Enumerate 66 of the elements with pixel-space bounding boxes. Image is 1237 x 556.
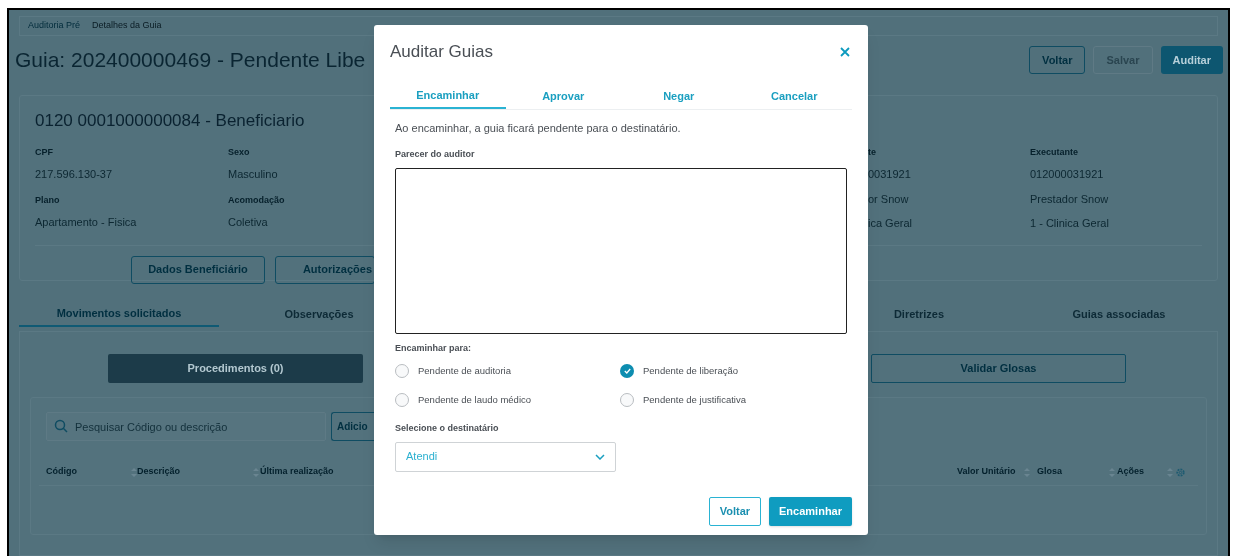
radio-button[interactable] (620, 393, 634, 407)
section-tab[interactable]: Diretrizes (819, 301, 1019, 327)
column-header[interactable]: Ações (1117, 465, 1159, 479)
breadcrumb-link[interactable]: Detalhes da Guia (92, 19, 162, 33)
header-button[interactable]: Voltar (1029, 46, 1086, 74)
chevron-down-icon (595, 453, 605, 460)
radio-option[interactable]: Pendente de laudo médico (395, 392, 620, 408)
close-icon[interactable] (840, 46, 850, 57)
dialog-button[interactable]: Encaminhar (769, 496, 852, 526)
field-label: Sexo (228, 145, 250, 159)
field-label: Plano (35, 193, 60, 207)
field-value: 217.596.130-37 (35, 167, 113, 182)
info-button[interactable]: Dados Beneficiário (131, 255, 265, 284)
search-icon (54, 419, 68, 433)
column-header[interactable]: Glosa (1037, 465, 1101, 479)
breadcrumb-link[interactable]: Auditoria Pré (28, 19, 81, 33)
beneficiary-title: 0120 0001000000084 - Beneficiario (35, 110, 305, 132)
dialog-tab[interactable]: Cancelar (736, 84, 852, 109)
dialog-tab[interactable]: Encaminhar (390, 84, 506, 109)
column-header[interactable]: Última realização (260, 465, 334, 479)
radio-option[interactable]: Pendente de liberação (620, 363, 852, 379)
field-label: Parecer do auditor (394, 148, 476, 161)
check-icon (623, 368, 631, 374)
field-value: or Snow (868, 191, 909, 207)
column-header[interactable]: Valor Unitário (957, 465, 1016, 479)
radio-option[interactable]: Pendente de auditoria (395, 363, 620, 379)
dialog-tab[interactable]: Negar (621, 84, 737, 109)
header-button[interactable]: Auditar (1160, 46, 1223, 74)
column-header[interactable]: Descrição (137, 465, 245, 479)
dialog-tab[interactable]: Aprovar (505, 84, 621, 109)
recipient-select[interactable]: Atendi (395, 441, 616, 472)
field-label: Acomodação (228, 193, 285, 207)
column-header[interactable]: Código (46, 465, 123, 479)
segment-button[interactable]: Validar Glosas (871, 354, 1126, 383)
info-text: Ao encaminhar, a guia ficará pendente para o destinatário. (394, 120, 682, 136)
dialog-button[interactable]: Voltar (708, 496, 762, 526)
field-label: Executante (1030, 145, 1079, 159)
field-value: Prestador Snow (1030, 191, 1109, 207)
section-tab[interactable]: Observações (219, 301, 419, 327)
field-label: Selecione o destinatário (394, 422, 500, 435)
field-label: CPF (35, 145, 53, 159)
radio-option[interactable]: Pendente de justificativa (620, 392, 852, 408)
field-value: Coletiva (228, 215, 268, 230)
radio-label: Pendente de laudo médico (418, 392, 532, 407)
radio-button[interactable] (395, 393, 409, 407)
segment-button[interactable]: Procedimentos (0) (108, 354, 363, 383)
field-value: Masculino (228, 167, 278, 182)
field-value: 012000031921 (1030, 167, 1104, 182)
field-value: ica Geral (868, 216, 913, 231)
radio-button[interactable] (395, 364, 409, 378)
field-value: 1 - Clinica Geral (1030, 216, 1109, 231)
select-value: Atendi (406, 449, 438, 465)
field-value: 0031921 (868, 167, 911, 182)
settings-icon[interactable] (1175, 466, 1186, 478)
opinion-textarea[interactable] (395, 167, 847, 334)
field-label: te (868, 145, 876, 159)
radio-label: Pendente de liberação (643, 363, 739, 378)
section-tab[interactable]: Movimentos solicitados (19, 301, 219, 327)
field-value: Apartamento - Fisica (35, 215, 137, 230)
dialog-title: Auditar Guias (390, 41, 493, 63)
radio-label: Pendente de justificativa (643, 392, 746, 407)
radio-button[interactable] (620, 364, 634, 378)
page-title: Guia: 202400000469 - Pendente Libe (15, 47, 366, 74)
section-tab[interactable]: Guias associadas (1019, 301, 1219, 327)
radio-label: Pendente de auditoria (418, 363, 511, 378)
field-label: Encaminhar para: (394, 341, 473, 355)
